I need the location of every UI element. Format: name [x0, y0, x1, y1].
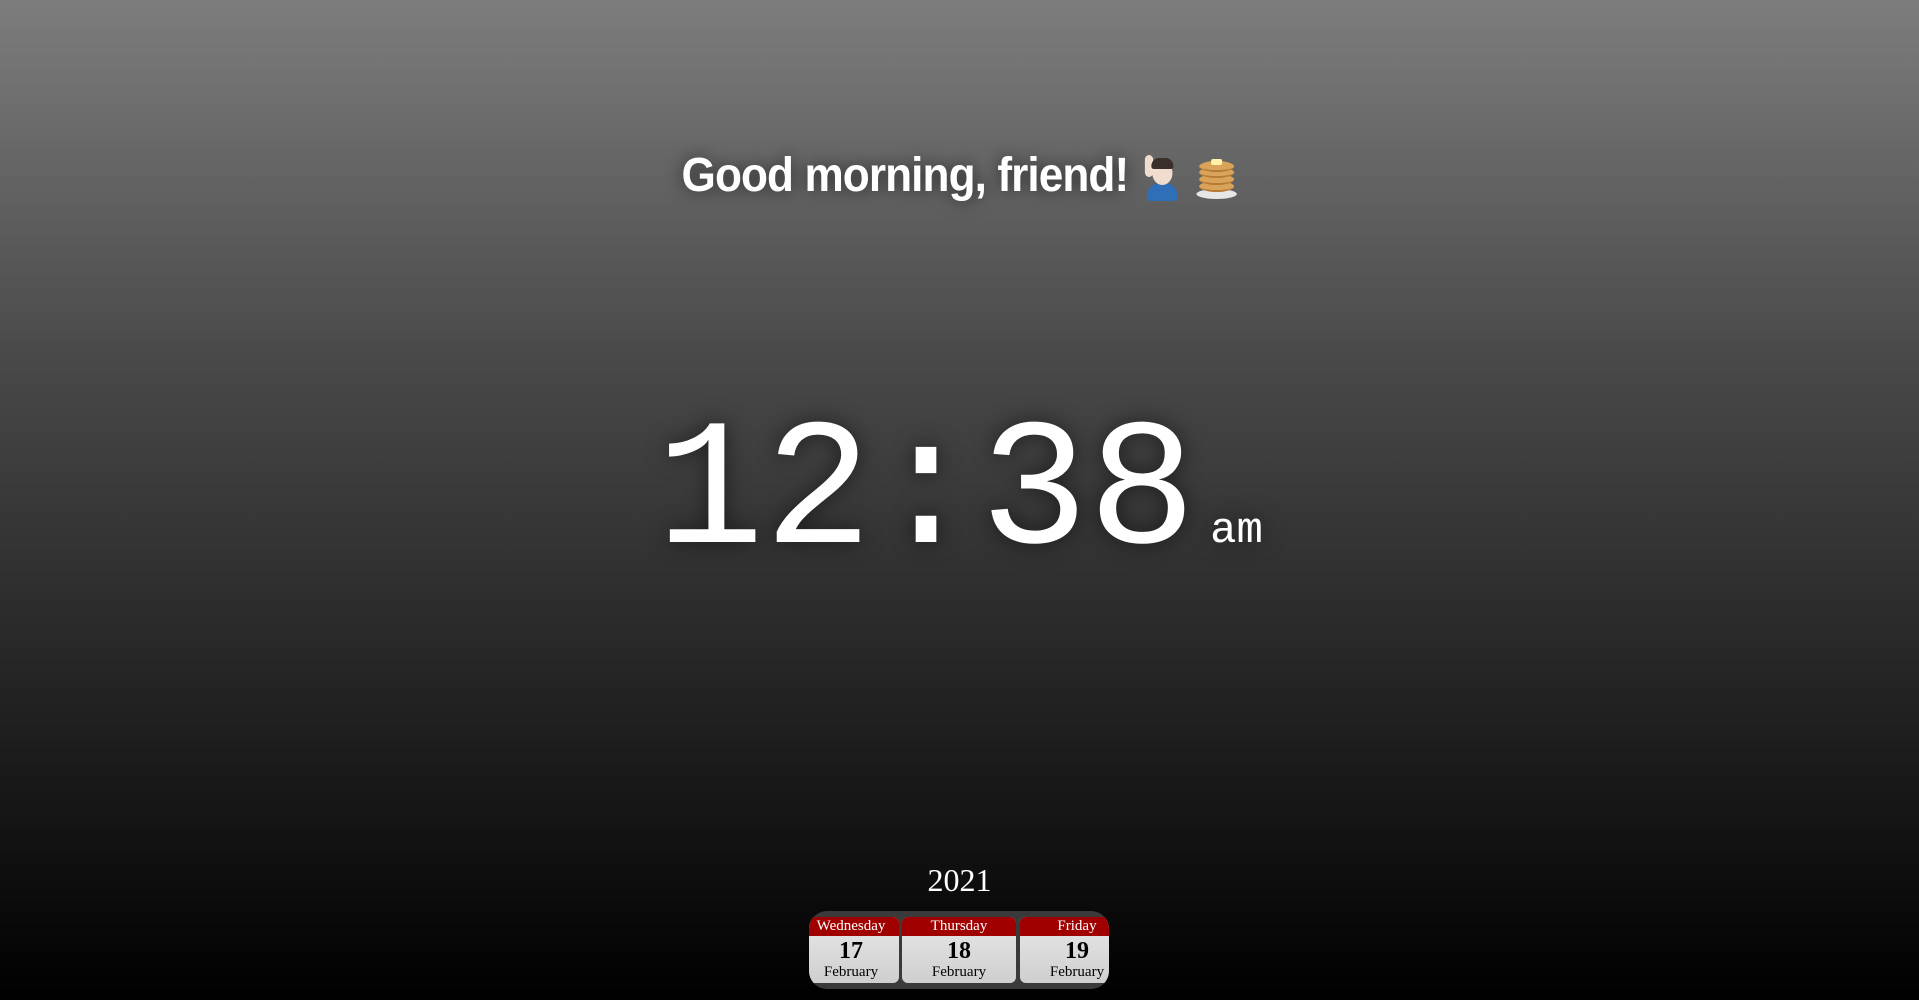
- pancakes-icon: [1195, 155, 1237, 201]
- greeting-heading: Good morning, friend!: [77, 148, 1842, 203]
- clock-period: am: [1210, 506, 1263, 556]
- day-month: February: [931, 964, 987, 980]
- day-card-yesterday: Wednesday 17 February: [809, 917, 899, 983]
- calendar-day-strip: Wednesday 17 February Thursday 18 Februa…: [809, 911, 1109, 989]
- day-card-tomorrow: Friday 19 February: [1020, 917, 1109, 983]
- day-month: February: [1049, 964, 1105, 980]
- day-number: 17: [839, 938, 863, 964]
- day-number: 18: [947, 938, 971, 964]
- day-weekday: Thursday: [902, 917, 1016, 936]
- day-weekday: Friday: [1020, 917, 1109, 936]
- greeting-text: Good morning, friend!: [681, 149, 1130, 202]
- person-raising-hand-icon: [1143, 155, 1180, 202]
- day-card-today: Thursday 18 February: [902, 917, 1016, 983]
- day-number: 19: [1065, 938, 1089, 964]
- day-weekday: Wednesday: [809, 917, 899, 936]
- clock-time: 12:38: [656, 393, 1197, 597]
- clock-display: 12:38 am: [0, 405, 1919, 621]
- day-month: February: [823, 964, 879, 980]
- calendar-year: 2021: [927, 862, 992, 898]
